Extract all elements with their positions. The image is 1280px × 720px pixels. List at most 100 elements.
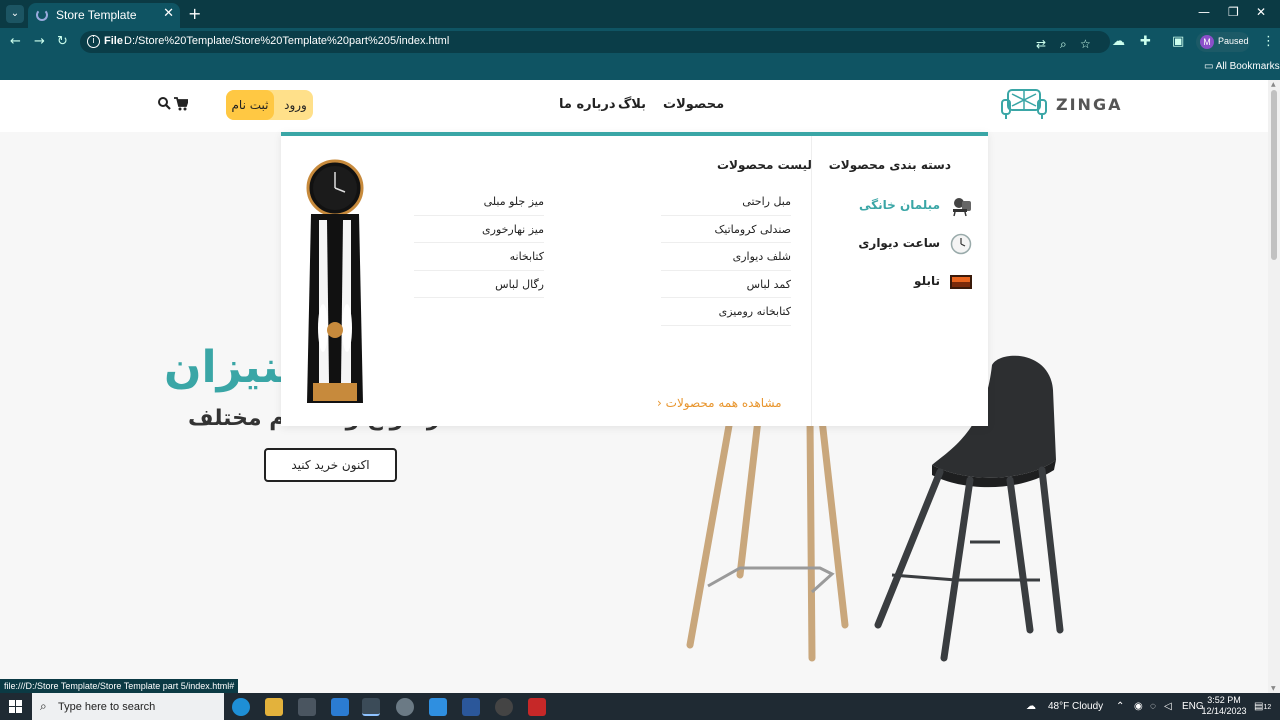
wall-clock-icon — [950, 233, 972, 255]
file-explorer-icon[interactable] — [265, 698, 283, 716]
media-player-icon[interactable] — [495, 698, 513, 716]
page-viewport: بنیزان در انواع و اقسام مختلف اکنون خرید… — [0, 80, 1268, 693]
product-link[interactable]: میز جلو مبلی — [414, 188, 544, 216]
chrome-icon[interactable] — [362, 698, 380, 716]
product-link[interactable]: میز نهارخوری — [414, 216, 544, 243]
address-bar[interactable]: i File D:/Store%20Template/Store%20Templ… — [80, 31, 1110, 53]
products-list-left: میز جلو مبلی میز نهارخوری کتابخانه رگال … — [414, 188, 544, 298]
view-all-label: مشاهده همه محصولات — [665, 396, 782, 410]
status-bar-url: file:///D:/Store Template/Store Template… — [0, 679, 239, 693]
address-toolbar: ← → ↻ i File D:/Store%20Template/Store%2… — [0, 28, 1280, 56]
loading-icon — [36, 9, 48, 21]
avatar: M — [1200, 35, 1214, 49]
word-icon[interactable] — [462, 698, 480, 716]
browser-tab[interactable]: Store Template ✕ — [28, 3, 180, 28]
new-tab-button[interactable]: + — [188, 4, 201, 23]
tab-title: Store Template — [56, 8, 137, 22]
site-header: ZINGA محصولات بلاگ درباره ما ثبت نام ورو… — [0, 80, 1268, 132]
furniture-icon — [953, 198, 971, 217]
close-window-button[interactable]: ✕ — [1256, 5, 1266, 19]
auth-group: ثبت نام ورود — [226, 90, 313, 120]
extensions-icon[interactable]: ✚ — [1140, 34, 1151, 49]
tab-search-button[interactable]: ⌄ — [6, 5, 24, 23]
logo-text: ZINGA — [1056, 95, 1123, 114]
bookmark-star-icon[interactable]: ☆ — [1080, 37, 1091, 51]
product-link[interactable]: کتابخانه رومیزی — [661, 298, 791, 326]
scroll-down-arrow-icon[interactable]: ▼ — [1271, 685, 1276, 692]
hero-title: بنیزان — [164, 342, 297, 393]
weather-text[interactable]: 48°F Cloudy — [1048, 701, 1103, 712]
category-label: مبلمان خانگی — [859, 198, 940, 212]
mail-icon[interactable] — [331, 698, 349, 716]
all-bookmarks-label: All Bookmarks — [1215, 61, 1280, 72]
site-info-icon[interactable]: i — [87, 35, 100, 48]
categories-column: دسته بندی محصولات مبلمان خانگی ساعت دیوا… — [811, 136, 988, 426]
scrollbar-thumb[interactable] — [1271, 90, 1277, 260]
network-icon[interactable]: ◌ — [1150, 701, 1156, 712]
buy-now-button[interactable]: اکنون خرید کنید — [264, 448, 397, 482]
translate-icon[interactable]: ⇄ — [1036, 37, 1046, 51]
product-link[interactable]: کمد لباس — [661, 271, 791, 298]
close-tab-icon[interactable]: ✕ — [163, 6, 174, 21]
windows-taskbar: ⌕ Type here to search ☁ 48°F Cloudy ⌃ ◉ … — [0, 693, 1280, 720]
product-link[interactable]: کتابخانه — [414, 243, 544, 271]
store-icon[interactable] — [298, 698, 316, 716]
chevron-left-icon: › — [657, 396, 662, 410]
tray-expand-icon[interactable]: ⌃ — [1116, 701, 1124, 712]
page-scrollbar[interactable]: ▲ ▼ — [1268, 80, 1280, 693]
notification-icon[interactable]: ▤12 — [1254, 701, 1271, 712]
bookmarks-bar: ▭ All Bookmarks — [0, 56, 1280, 80]
minimize-button[interactable]: — — [1198, 5, 1210, 19]
profile-status: Paused — [1218, 36, 1249, 46]
all-bookmarks-button[interactable]: ▭ All Bookmarks — [1204, 61, 1280, 72]
url-scheme: File — [104, 35, 123, 47]
search-icon[interactable] — [158, 97, 171, 110]
tray-app-icon[interactable]: ◉ — [1134, 701, 1143, 712]
site-logo[interactable]: ZINGA — [1000, 88, 1120, 120]
product-link[interactable]: رگال لباس — [414, 271, 544, 298]
extension-cloud-icon[interactable]: ☁ — [1112, 34, 1125, 49]
scroll-up-arrow-icon[interactable]: ▲ — [1271, 81, 1276, 88]
signup-button[interactable]: ثبت نام — [226, 90, 274, 120]
grandfather-clock-image — [306, 159, 364, 403]
product-link[interactable]: مبل راحتی — [661, 188, 791, 216]
back-button[interactable]: ← — [10, 34, 21, 49]
filezilla-icon[interactable] — [528, 698, 546, 716]
login-button[interactable]: ورود — [278, 90, 313, 120]
cart-icon[interactable] — [174, 97, 188, 111]
taskbar-search-placeholder: Type here to search — [58, 701, 156, 713]
products-list-title: لیست محصولات — [717, 158, 812, 172]
restore-button[interactable]: ❐ — [1228, 5, 1239, 19]
products-list-right: مبل راحتی صندلی کروماتیک شلف دیواری کمد … — [661, 188, 791, 326]
view-all-products-link[interactable]: › مشاهده همه محصولات — [657, 396, 782, 410]
category-wall-clock[interactable]: ساعت دیواری — [822, 232, 972, 256]
sidepanel-icon[interactable]: ▣ — [1172, 34, 1184, 49]
categories-title: دسته بندی محصولات — [828, 158, 951, 172]
url-text[interactable]: D:/Store%20Template/Store%20Template%20p… — [124, 35, 449, 47]
nav-about[interactable]: درباره ما — [559, 97, 616, 112]
browser-menu-icon[interactable]: ⋮ — [1262, 34, 1275, 49]
nav-products[interactable]: محصولات — [663, 97, 724, 112]
reload-button[interactable]: ↻ — [57, 34, 68, 49]
notification-count: 12 — [1263, 704, 1272, 711]
volume-icon[interactable]: ◁ — [1164, 701, 1172, 712]
category-label: تابلو — [914, 274, 940, 288]
edge-icon[interactable] — [232, 698, 250, 716]
nav-blog[interactable]: بلاگ — [618, 97, 646, 112]
sofa-logo-icon — [1001, 89, 1047, 119]
painting-icon — [950, 275, 972, 289]
profile-button[interactable]: M Paused — [1196, 32, 1250, 52]
windows-start-icon[interactable] — [9, 700, 22, 713]
product-link[interactable]: صندلی کروماتیک — [661, 216, 791, 243]
forward-button[interactable]: → — [34, 34, 45, 49]
clock-date: 12/14/2023 — [1201, 706, 1247, 716]
paint-icon[interactable] — [396, 698, 414, 716]
taskbar-search-box[interactable]: ⌕ Type here to search — [32, 693, 224, 720]
taskbar-clock[interactable]: 3:52 PM 12/14/2023 — [1200, 695, 1248, 717]
product-link[interactable]: شلف دیواری — [661, 243, 791, 271]
zoom-icon[interactable]: ⌕ — [1060, 37, 1067, 52]
weather-icon[interactable]: ☁ — [1026, 701, 1036, 712]
category-painting[interactable]: تابلو — [822, 270, 972, 294]
vscode-icon[interactable] — [429, 698, 447, 716]
category-home-furniture[interactable]: مبلمان خانگی — [822, 194, 972, 218]
